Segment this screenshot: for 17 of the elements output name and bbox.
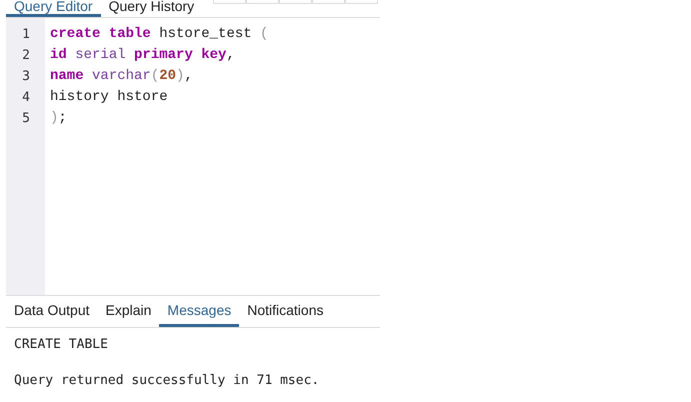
line-number: 4 <box>21 89 31 107</box>
tab[interactable]: Messages <box>159 296 240 327</box>
message-text: Query returned successfully in 71 msec. <box>14 372 320 390</box>
tab[interactable]: Data Output <box>6 296 98 327</box>
line-number: 3 <box>21 68 31 86</box>
code-line: id serial primary key, <box>50 46 236 65</box>
line-number: 1 <box>21 26 31 44</box>
code-line: ); <box>50 109 68 128</box>
code-line: history hstore <box>50 88 169 107</box>
message-text: CREATE TABLE <box>14 336 109 354</box>
tab[interactable]: Notifications <box>239 296 332 327</box>
line-number: 5 <box>21 110 31 128</box>
tab[interactable]: Query History <box>100 0 202 17</box>
code-line: create table hstore_test ( <box>50 25 268 44</box>
tab[interactable]: Explain <box>98 296 160 327</box>
line-number: 2 <box>21 47 31 65</box>
code-line: name varchar(20), <box>50 67 194 86</box>
